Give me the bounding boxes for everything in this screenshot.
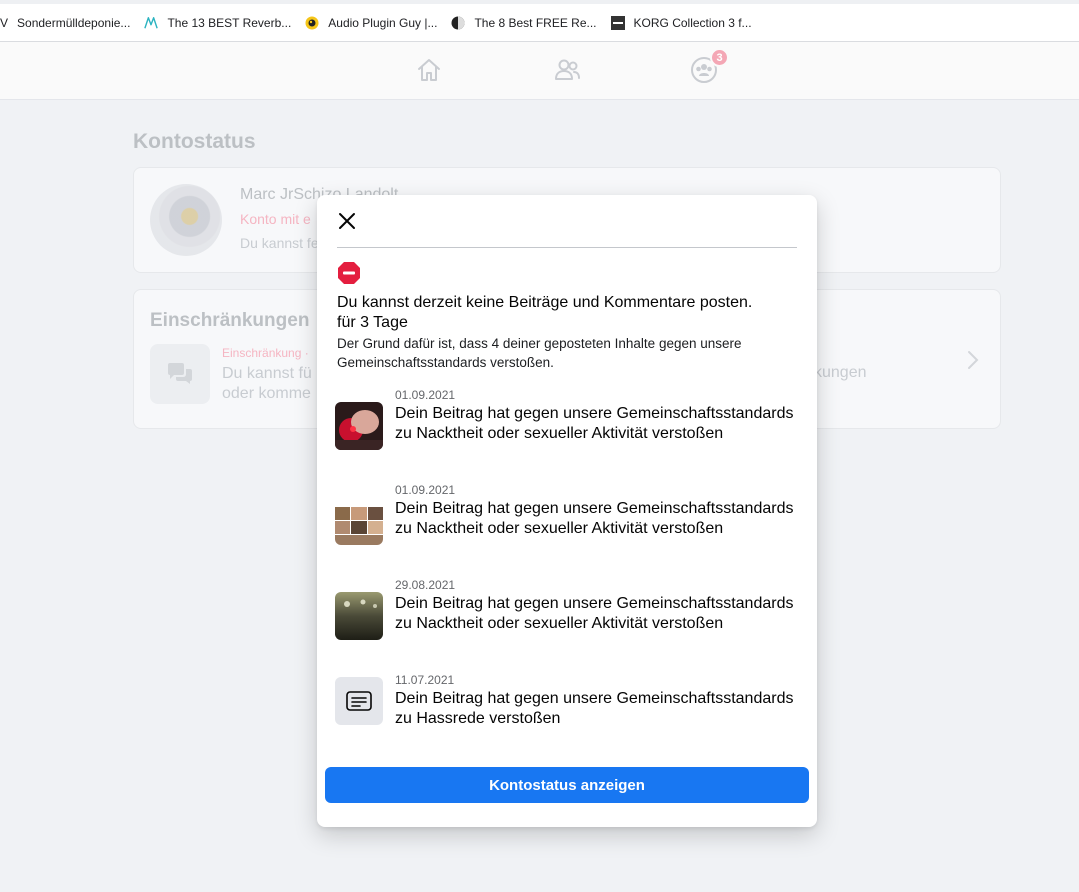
headline-line-1: Du kannst derzeit keine Beiträge und Kom… [337, 294, 753, 311]
notification-badge: 3 [710, 48, 729, 67]
divider [337, 247, 797, 248]
chevron-right-icon [967, 350, 979, 375]
violation-item: 11.07.2021 Dein Beitrag hat gegen unsere… [335, 673, 805, 753]
bookmark-5[interactable]: KORG Collection 3 f... [604, 4, 759, 41]
bookmark-prefix: V [0, 15, 9, 30]
restriction-text-line-1: Du kannst fü [222, 365, 312, 382]
half-moon-icon [451, 16, 465, 30]
account-status: Konto mit e [240, 211, 311, 227]
violation-date: 11.07.2021 [395, 673, 455, 687]
bookmark-2[interactable]: The 13 BEST Reverb... [137, 4, 298, 41]
violation-text: Dein Beitrag hat gegen unsere Gemeinscha… [395, 595, 794, 632]
plugin-guy-icon [305, 16, 319, 30]
stop-sign-icon [337, 261, 361, 285]
restriction-label: Einschränkung · [222, 346, 309, 360]
bookmark-label: Audio Plugin Guy |... [328, 15, 438, 30]
close-button[interactable] [335, 209, 359, 233]
restriction-reason: Der Grund dafür ist, dass 4 deiner gepos… [337, 336, 742, 370]
restrictions-title: Einschränkungen [150, 310, 310, 331]
view-account-status-button[interactable]: Kontostatus anzeigen [325, 767, 809, 803]
top-navigation [0, 42, 1079, 100]
violation-date: 01.09.2021 [395, 388, 456, 402]
violation-text: Dein Beitrag hat gegen unsere Gemeinscha… [395, 690, 794, 727]
text-post-icon [335, 677, 383, 725]
violation-date: 29.08.2021 [395, 578, 456, 592]
restriction-dialog: Du kannst derzeit keine Beiträge und Kom… [317, 195, 817, 827]
close-icon [339, 213, 355, 229]
violation-text: Dein Beitrag hat gegen unsere Gemeinscha… [395, 500, 794, 537]
bookmark-label: The 8 Best FREE Re... [474, 15, 597, 30]
bookmark-label: KORG Collection 3 f... [633, 15, 752, 30]
violation-item: 01.09.2021 Dein Beitrag hat gegen unsere… [335, 483, 805, 563]
account-status-detail: Du kannst fe [240, 235, 319, 251]
m-logo-icon [144, 16, 159, 30]
restriction-headline: Du kannst derzeit keine Beiträge und Kom… [337, 293, 807, 333]
violation-date: 01.09.2021 [395, 483, 456, 497]
bookmarks-bar: V Sondermülldeponie... The 13 BEST Rever… [0, 0, 1079, 42]
headline-line-2: für 3 Tage [337, 314, 408, 331]
restriction-text: Du kannst fü oder komme [222, 364, 332, 404]
post-thumbnail [335, 497, 383, 545]
bookmark-label: The 13 BEST Reverb... [167, 15, 292, 30]
friends-icon[interactable] [552, 55, 582, 85]
comments-icon [150, 344, 210, 404]
violation-item: 29.08.2021 Dein Beitrag hat gegen unsere… [335, 578, 805, 658]
bookmark-label: Sondermülldeponie... [17, 15, 131, 30]
home-icon[interactable] [414, 55, 444, 85]
restriction-text-tail: kungen [814, 364, 867, 381]
bookmark-1[interactable]: V Sondermülldeponie... [0, 4, 137, 41]
violation-text: Dein Beitrag hat gegen unsere Gemeinscha… [395, 405, 794, 442]
post-thumbnail [335, 592, 383, 640]
korg-logo-icon [610, 15, 625, 30]
bookmark-3[interactable]: Audio Plugin Guy |... [298, 4, 444, 41]
page-title: Kontostatus [133, 130, 256, 153]
restriction-text-line-2: oder komme [222, 385, 311, 402]
post-thumbnail [335, 402, 383, 450]
bookmark-4[interactable]: The 8 Best FREE Re... [444, 4, 603, 41]
avatar [150, 184, 222, 256]
violation-item: 01.09.2021 Dein Beitrag hat gegen unsere… [335, 388, 805, 468]
